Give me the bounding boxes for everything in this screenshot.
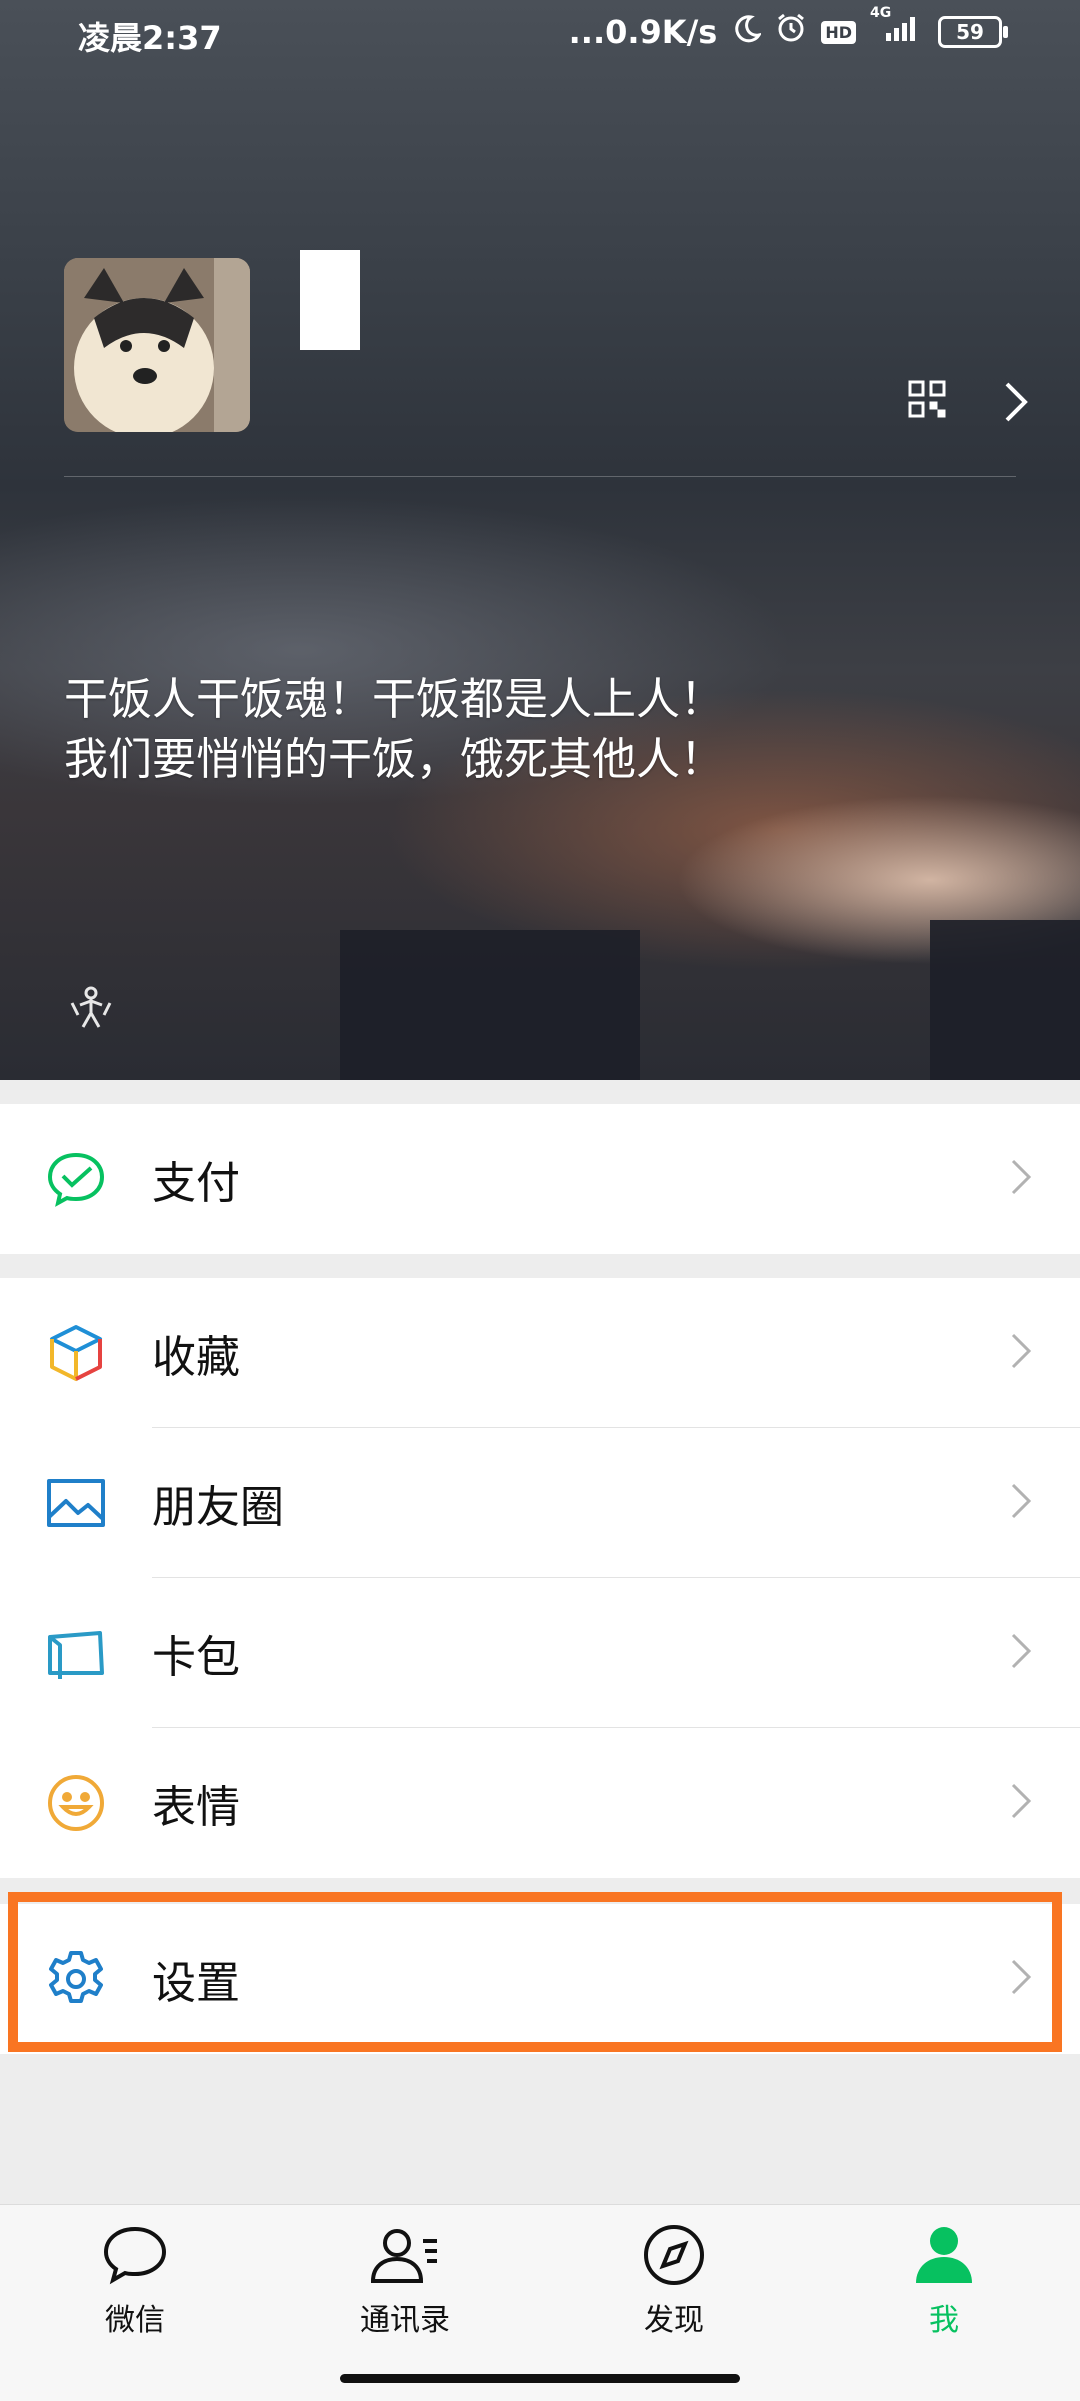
- gear-icon: [44, 1947, 108, 2011]
- menu-item-settings[interactable]: 设置: [0, 1904, 1080, 2054]
- network-speed: ...0.9K/s: [568, 13, 718, 51]
- menu-label-stickers: 表情: [152, 1782, 240, 1833]
- signature-line: 干饭人干饭魂！干饭都是人上人！: [64, 674, 724, 725]
- menu-item-pay[interactable]: 支付: [0, 1104, 1080, 1254]
- tab-label-discover: 发现: [644, 2303, 704, 2338]
- tab-label-contacts: 通讯录: [360, 2303, 450, 2338]
- tab-label-me: 我: [929, 2303, 959, 2338]
- menu-group-settings: 设置: [0, 1904, 1080, 2054]
- person-icon: [912, 2227, 976, 2291]
- set-status-icon[interactable]: [66, 985, 116, 1033]
- chat-bubble-icon: [100, 2226, 170, 2291]
- menu-label-cards: 卡包: [152, 1632, 240, 1683]
- alarm-icon: [775, 12, 807, 52]
- menu-label-pay: 支付: [152, 1158, 240, 1209]
- menu-item-cards[interactable]: 卡包: [0, 1578, 1080, 1728]
- cover-building: [340, 930, 640, 1080]
- moments-icon: [44, 1471, 108, 1535]
- moon-icon: [731, 13, 763, 51]
- card-wallet-icon: [44, 1621, 108, 1685]
- network-type: 4G: [870, 5, 892, 21]
- smiley-face-icon: [44, 1771, 108, 1835]
- menu-label-favorites: 收藏: [152, 1332, 240, 1383]
- profile-signature: 干饭人干饭魂！干饭都是人上人！ 我们要悄悄的干饭，饿死其他人！: [64, 670, 724, 790]
- cover-building: [930, 920, 1080, 1080]
- contacts-icon: [367, 2229, 443, 2291]
- menu-label-moments: 朋友圈: [152, 1482, 284, 1533]
- tab-label-chats: 微信: [105, 2303, 165, 2338]
- chevron-right-icon: [1010, 1158, 1032, 1200]
- chevron-right-icon: [1010, 1482, 1032, 1524]
- battery-indicator: 59: [938, 16, 1008, 48]
- profile-cover[interactable]: 凌晨2:37 ...0.9K/s HD 4G 59 干饭人干饭魂！干饭都是人上人…: [0, 0, 1080, 1080]
- pay-icon: [44, 1147, 108, 1211]
- chevron-right-icon: [1010, 1332, 1032, 1374]
- status-time: 凌晨2:37: [78, 19, 222, 57]
- status-bar: 凌晨2:37 ...0.9K/s HD 4G 59: [0, 0, 1080, 66]
- nickname-redacted: [300, 250, 360, 350]
- menu-group-main: 收藏 朋友圈 卡包 表情: [0, 1278, 1080, 1878]
- compass-icon: [640, 2225, 708, 2291]
- favorites-icon: [44, 1321, 108, 1385]
- tab-contacts[interactable]: 通讯录: [305, 2223, 505, 2339]
- cover-divider: [64, 476, 1016, 477]
- menu-item-favorites[interactable]: 收藏: [0, 1278, 1080, 1428]
- signal-icon: 4G: [870, 5, 924, 51]
- chevron-right-icon: [1010, 1632, 1032, 1674]
- menu-group-pay: 支付: [0, 1104, 1080, 1254]
- avatar[interactable]: [64, 258, 250, 432]
- home-indicator[interactable]: [340, 2374, 740, 2383]
- menu-item-stickers[interactable]: 表情: [0, 1728, 1080, 1878]
- profile-chevron-icon[interactable]: [1003, 380, 1029, 428]
- menu-item-moments[interactable]: 朋友圈: [0, 1428, 1080, 1578]
- tab-me[interactable]: 我: [844, 2223, 1044, 2339]
- hd-icon: HD: [821, 20, 856, 44]
- tab-discover[interactable]: 发现: [574, 2223, 774, 2339]
- bottom-tab-bar: 微信 通讯录 发现 我: [0, 2204, 1080, 2401]
- chevron-right-icon: [1010, 1782, 1032, 1824]
- signature-line: 我们要悄悄的干饭，饿死其他人！: [64, 734, 724, 785]
- tab-chats[interactable]: 微信: [35, 2223, 235, 2339]
- chevron-right-icon: [1010, 1958, 1032, 2000]
- qr-code-icon[interactable]: [908, 380, 946, 422]
- menu-label-settings: 设置: [152, 1958, 240, 2009]
